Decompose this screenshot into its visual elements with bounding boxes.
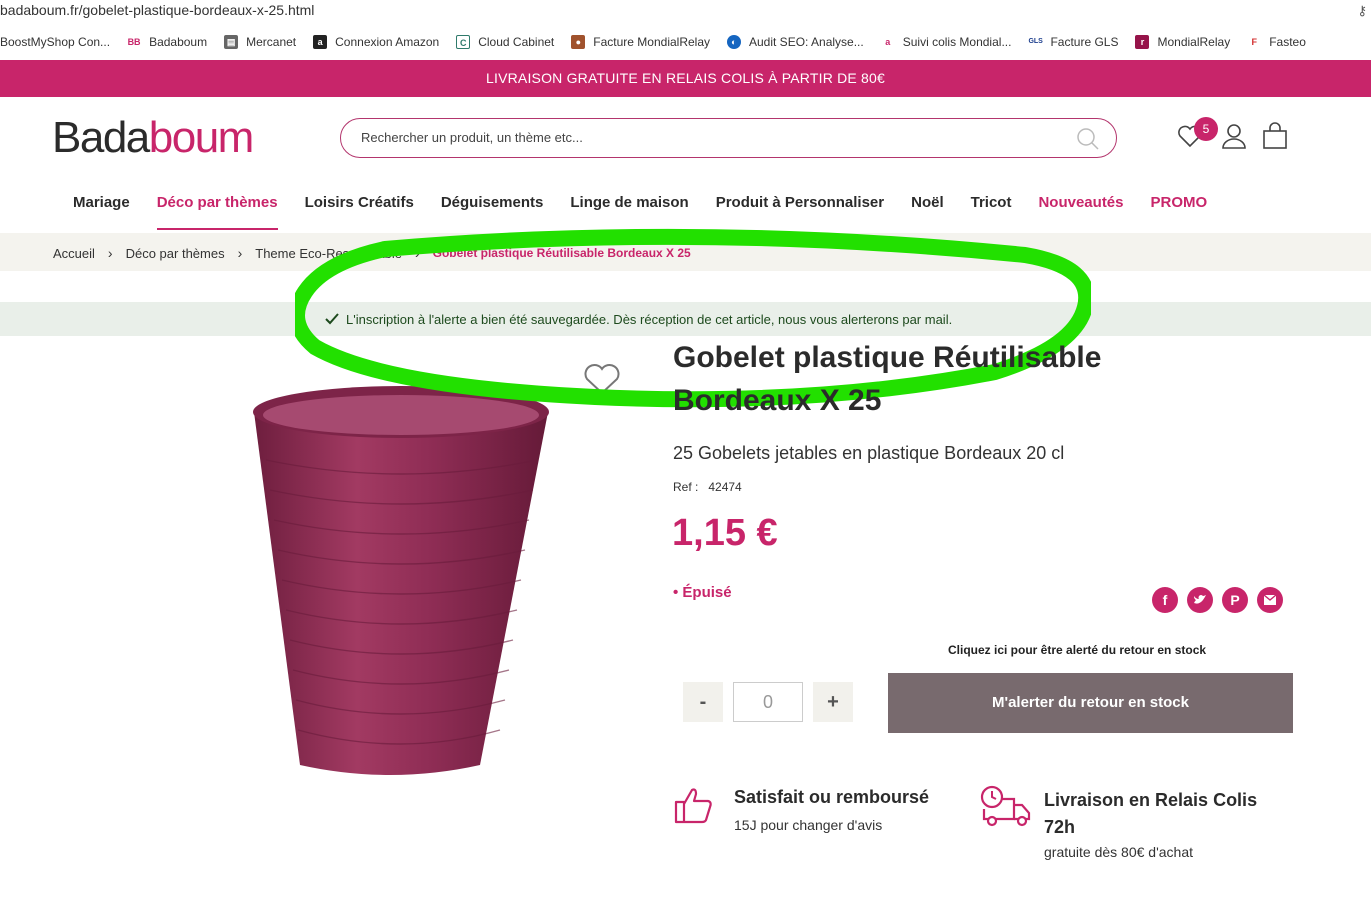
bookmarks-bar: BoostMyShop Con... BB Badaboum ▤ Mercane… [0, 24, 1371, 60]
breadcrumb-bar: Accueil › Déco par thèmes › Theme Eco-Re… [0, 233, 1371, 271]
bookmark-amazon[interactable]: a Connexion Amazon [313, 35, 439, 49]
cloud-cabinet-icon: C [456, 35, 471, 49]
bookmark-label: Facture GLS [1050, 35, 1119, 49]
search-input[interactable] [361, 119, 1061, 155]
bookmark-label: Suivi colis Mondial... [902, 35, 1012, 49]
fasteo-icon: F [1247, 35, 1262, 49]
ref-value: 42474 [708, 480, 742, 494]
mondialrelay-icon: ● [571, 35, 586, 49]
guarantee-refund-text: 15J pour changer d'avis [734, 817, 883, 833]
logo-part2: boum [148, 113, 255, 162]
product-image[interactable] [240, 360, 570, 810]
nav-item-deco[interactable]: Déco par thèmes [156, 194, 278, 230]
nav-item-nouveautes[interactable]: Nouveautés [1038, 194, 1123, 227]
bookmark-boostmyshop[interactable]: BoostMyShop Con... [0, 35, 110, 49]
pinterest-icon[interactable]: P [1222, 587, 1248, 613]
facebook-icon[interactable]: f [1152, 587, 1178, 613]
guarantee-refund-title: Satisfait ou remboursé [734, 787, 930, 807]
nav-item-loisirs[interactable]: Loisirs Créatifs [305, 194, 414, 227]
nav-item-promo[interactable]: PROMO [1151, 194, 1208, 227]
search-box [340, 118, 1117, 158]
logo-part1: Bada [52, 113, 150, 162]
breadcrumb: Accueil › Déco par thèmes › Theme Eco-Re… [53, 245, 691, 261]
cart-icon[interactable] [1262, 122, 1288, 155]
thumbs-up-icon [672, 784, 714, 831]
bookmark-label: Connexion Amazon [335, 35, 440, 49]
bookmark-label: Badaboum [149, 35, 208, 49]
product-ref: Ref : 42474 [673, 480, 742, 494]
badaboum-favicon: BB [127, 35, 142, 49]
ref-label: Ref : [673, 480, 699, 494]
alert-message: L'inscription à l'alerte a bien été sauv… [346, 312, 953, 327]
promo-banner: LIVRAISON GRATUITE EN RELAIS COLIS À PAR… [0, 60, 1371, 97]
chevron-right-icon: › [414, 245, 420, 261]
breadcrumb-category[interactable]: Déco par thèmes [126, 246, 225, 261]
nav-item-deguisements[interactable]: Déguisements [441, 194, 544, 227]
bookmark-label: Audit SEO: Analyse... [749, 35, 864, 49]
nav-item-tricot[interactable]: Tricot [971, 194, 1012, 227]
email-icon[interactable] [1257, 587, 1283, 613]
delivery-truck-icon [980, 785, 1032, 834]
nav-item-mariage[interactable]: Mariage [73, 194, 130, 227]
mercanet-icon: ▤ [224, 35, 239, 49]
wishlist-count-badge: 5 [1194, 117, 1218, 141]
bookmark-label: MondialRelay [1157, 35, 1231, 49]
bookmark-label: Fasteo [1269, 35, 1306, 49]
bookmark-label: Mercanet [246, 35, 297, 49]
share-buttons: f P [1152, 587, 1292, 613]
stock-status: • Épuisé [673, 584, 732, 601]
breadcrumb-home[interactable]: Accueil [53, 246, 95, 261]
bookmark-mercanet[interactable]: ▤ Mercanet [224, 35, 296, 49]
bookmark-mondialrelay[interactable]: r MondialRelay [1135, 35, 1230, 49]
bookmark-audit-seo[interactable]: ◐ Audit SEO: Analyse... [727, 35, 864, 49]
bookmark-gls[interactable]: GLS Facture GLS [1028, 35, 1118, 49]
nav-item-linge[interactable]: Linge de maison [570, 194, 688, 227]
product-price: 1,15 € [672, 512, 778, 554]
main-nav: Mariage Déco par thèmes Loisirs Créatifs… [73, 194, 1234, 230]
check-icon [325, 312, 339, 331]
notify-restock-button[interactable]: M'alerter du retour en stock [888, 673, 1293, 733]
bookmark-fasteo[interactable]: F Fasteo [1247, 35, 1306, 49]
guarantee-delivery-title: Livraison en Relais Colis 72h [1044, 790, 1258, 837]
product-title: Gobelet plastique Réutilisable Bordeaux … [673, 341, 1102, 417]
breadcrumb-theme[interactable]: Theme Eco-Responsable [255, 246, 402, 261]
quantity-input[interactable] [733, 682, 803, 722]
browser-url-bar[interactable]: badaboum.fr/gobelet-plastique-bordeaux-x… [0, 0, 1371, 24]
key-icon[interactable]: ⚷ [1357, 3, 1367, 19]
gls-icon: GLS [1028, 35, 1043, 49]
url-text[interactable]: badaboum.fr/gobelet-plastique-bordeaux-x… [0, 2, 314, 18]
bookmark-badaboum[interactable]: BB Badaboum [127, 35, 207, 49]
twitter-icon[interactable] [1187, 587, 1213, 613]
bookmark-label: BoostMyShop Con... [0, 35, 111, 49]
user-icon[interactable] [1221, 122, 1247, 155]
breadcrumb-current: Gobelet plastique Réutilisable Bordeaux … [432, 246, 691, 260]
mondialrelay-icon: r [1135, 35, 1150, 49]
chevron-right-icon: › [107, 245, 113, 261]
success-alert: L'inscription à l'alerte a bien été sauv… [0, 302, 1371, 336]
qty-plus-button[interactable]: + [813, 682, 853, 722]
search-icon[interactable] [1076, 127, 1100, 156]
bookmark-cloud-cabinet[interactable]: C Cloud Cabinet [456, 35, 554, 49]
wishlist-heart-icon[interactable] [582, 361, 622, 402]
nav-item-noel[interactable]: Noël [911, 194, 944, 227]
qty-minus-button[interactable]: - [683, 682, 723, 722]
alert-hint-text: Cliquez ici pour être alerté du retour e… [948, 643, 1207, 657]
nav-item-personnaliser[interactable]: Produit à Personnaliser [716, 194, 884, 227]
product-subtitle: 25 Gobelets jetables en plastique Bordea… [673, 443, 1065, 463]
bookmark-label: Cloud Cabinet [478, 35, 555, 49]
chevron-right-icon: › [237, 245, 243, 261]
bookmark-facture-mondialrelay[interactable]: ● Facture MondialRelay [571, 35, 710, 49]
amazon-icon: a [313, 35, 328, 49]
site-logo[interactable]: Badaboum [52, 112, 255, 164]
bookmark-suivi-colis[interactable]: a Suivi colis Mondial... [880, 35, 1012, 49]
guarantee-delivery-text: gratuite dès 80€ d'achat [1044, 844, 1194, 860]
audit-seo-icon: ◐ [727, 35, 741, 49]
suivi-colis-icon: a [880, 35, 895, 49]
bookmark-label: Facture MondialRelay [593, 35, 710, 49]
